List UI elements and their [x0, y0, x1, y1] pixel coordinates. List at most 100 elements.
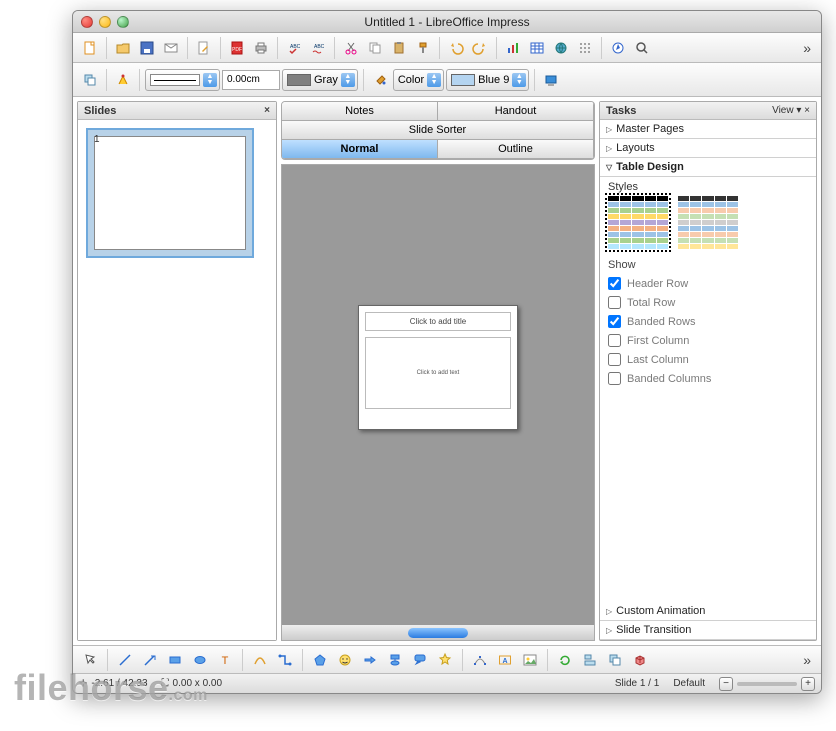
insert-table-button[interactable] — [526, 37, 548, 59]
zoom-button[interactable] — [631, 37, 653, 59]
zoom-window-button[interactable] — [117, 16, 129, 28]
show-option-banded-rows[interactable]: Banded Rows — [608, 315, 808, 328]
slide-editor[interactable]: Click to add title Click to add text — [281, 164, 595, 641]
svg-text:T: T — [222, 655, 229, 667]
new-doc-button[interactable] — [79, 37, 101, 59]
spellcheck-button[interactable]: ABC — [283, 37, 305, 59]
navigator-button[interactable] — [607, 37, 629, 59]
svg-text:PDF: PDF — [232, 47, 242, 53]
tasks-panel-header: Tasks View ▾ × — [600, 102, 816, 120]
basic-shapes-button[interactable] — [309, 649, 331, 671]
slides-panel-header: Slides × — [78, 102, 276, 120]
connector-tool-button[interactable] — [274, 649, 296, 671]
section-master-pages[interactable]: ▷Master Pages — [600, 120, 816, 139]
format-paintbrush-button[interactable] — [412, 37, 434, 59]
insert-image-button[interactable] — [519, 649, 541, 671]
toolbar-overflow-button[interactable]: » — [799, 40, 815, 56]
undo-button[interactable] — [445, 37, 467, 59]
points-edit-button[interactable] — [469, 649, 491, 671]
title-placeholder[interactable]: Click to add title — [365, 312, 511, 331]
text-tool-button[interactable]: T — [214, 649, 236, 671]
line-color-dropdown[interactable]: Gray▲▼ — [282, 69, 358, 91]
section-custom-animation[interactable]: ▷Custom Animation — [600, 602, 816, 621]
drawing-overflow-button[interactable]: » — [799, 652, 815, 668]
slide-canvas[interactable]: Click to add title Click to add text — [358, 305, 518, 430]
fontwork-gallery-button[interactable]: A — [494, 649, 516, 671]
mail-button[interactable] — [160, 37, 182, 59]
checkbox[interactable] — [608, 372, 621, 385]
arrange-button[interactable] — [79, 69, 101, 91]
fill-type-dropdown[interactable]: Color▲▼ — [393, 69, 444, 91]
slide-thumbnail[interactable]: 1 — [86, 128, 254, 258]
stars-button[interactable] — [434, 649, 456, 671]
copy-button[interactable] — [364, 37, 386, 59]
minimize-window-button[interactable] — [99, 16, 111, 28]
close-slides-panel-button[interactable]: × — [264, 105, 270, 116]
checkbox[interactable] — [608, 334, 621, 347]
scroll-thumb[interactable] — [408, 628, 468, 638]
show-option-total-row[interactable]: Total Row — [608, 296, 808, 309]
insert-chart-button[interactable] — [502, 37, 524, 59]
open-button[interactable] — [112, 37, 134, 59]
extrusion-button[interactable] — [629, 649, 651, 671]
show-option-last-column[interactable]: Last Column — [608, 353, 808, 366]
print-button[interactable] — [250, 37, 272, 59]
tab-handout[interactable]: Handout — [437, 101, 594, 121]
tasks-panel: Tasks View ▾ × ▷Master Pages ▷Layouts ▽T… — [599, 101, 817, 641]
section-slide-transition[interactable]: ▷Slide Transition — [600, 621, 816, 640]
zoom-slider[interactable] — [737, 682, 797, 686]
glue-points-button[interactable] — [112, 69, 134, 91]
block-arrows-button[interactable] — [359, 649, 381, 671]
svg-text:A: A — [502, 658, 507, 665]
tab-notes[interactable]: Notes — [281, 101, 438, 121]
fill-color-dropdown[interactable]: Blue 9▲▼ — [446, 69, 529, 91]
arrange-order-button[interactable] — [604, 649, 626, 671]
redo-button[interactable] — [469, 37, 491, 59]
zoom-in-button[interactable]: + — [801, 677, 815, 691]
traffic-lights — [81, 16, 129, 28]
section-layouts[interactable]: ▷Layouts — [600, 139, 816, 158]
callouts-button[interactable] — [409, 649, 431, 671]
tab-slide-sorter[interactable]: Slide Sorter — [281, 120, 594, 140]
table-style-2[interactable] — [678, 196, 738, 249]
hyperlink-button[interactable] — [550, 37, 572, 59]
curve-tool-button[interactable] — [249, 649, 271, 671]
checkbox[interactable] — [608, 315, 621, 328]
watermark: filehorse.com — [14, 667, 208, 709]
section-table-design[interactable]: ▽Table Design — [600, 158, 816, 177]
line-style-dropdown[interactable]: ▲▼ — [145, 69, 220, 91]
cut-button[interactable] — [340, 37, 362, 59]
table-style-1[interactable] — [608, 196, 668, 249]
checkbox[interactable] — [608, 277, 621, 290]
zoom-control: − + — [719, 677, 815, 691]
slideshow-button[interactable] — [540, 69, 562, 91]
tab-outline[interactable]: Outline — [437, 139, 594, 159]
checkbox[interactable] — [608, 353, 621, 366]
paste-button[interactable] — [388, 37, 410, 59]
edit-doc-button[interactable] — [193, 37, 215, 59]
checkbox[interactable] — [608, 296, 621, 309]
tab-normal[interactable]: Normal — [281, 139, 438, 159]
svg-text:ABC: ABC — [314, 44, 325, 50]
save-button[interactable] — [136, 37, 158, 59]
display-grid-button[interactable] — [574, 37, 596, 59]
close-window-button[interactable] — [81, 16, 93, 28]
show-option-header-row[interactable]: Header Row — [608, 277, 808, 290]
table-styles-gallery — [608, 196, 808, 249]
content-placeholder[interactable]: Click to add text — [365, 337, 511, 409]
fill-bucket-button[interactable] — [369, 69, 391, 91]
rotate-button[interactable] — [554, 649, 576, 671]
slides-panel: Slides × 1 — [77, 101, 277, 641]
styles-label: Styles — [608, 181, 808, 193]
alignment-button[interactable] — [579, 649, 601, 671]
show-option-first-column[interactable]: First Column — [608, 334, 808, 347]
export-pdf-button[interactable]: PDF — [226, 37, 248, 59]
symbol-shapes-button[interactable] — [334, 649, 356, 671]
auto-spellcheck-button[interactable]: ABC — [307, 37, 329, 59]
horizontal-scrollbar[interactable] — [282, 624, 594, 640]
flowchart-button[interactable] — [384, 649, 406, 671]
line-width-input[interactable]: 0.00cm — [222, 70, 280, 90]
show-option-banded-columns[interactable]: Banded Columns — [608, 372, 808, 385]
tasks-view-menu[interactable]: View ▾ × — [772, 105, 810, 116]
zoom-out-button[interactable]: − — [719, 677, 733, 691]
